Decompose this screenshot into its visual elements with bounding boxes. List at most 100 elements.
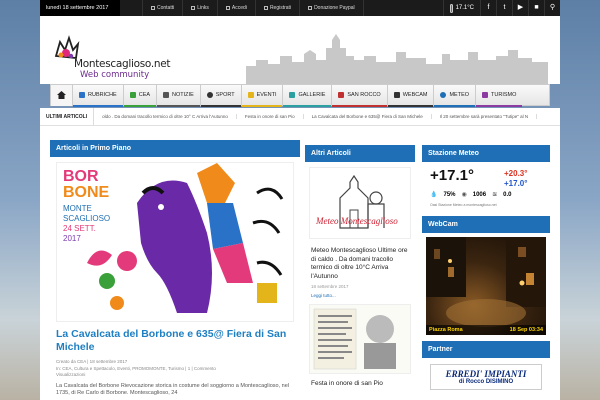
saint-icon <box>338 92 345 98</box>
svg-text:MONTE: MONTE <box>63 204 92 213</box>
svg-text:BONE: BONE <box>63 184 110 201</box>
logo-text: Montescaglioso.net <box>74 58 171 70</box>
partner-sub: di Rocco DISIMINO <box>458 379 514 385</box>
nav-cea[interactable]: CEA <box>123 84 158 107</box>
featured-headline[interactable]: La Cavalcata del Borbone e 635@ Fiera di… <box>56 328 294 354</box>
partner-title: Partner <box>422 341 550 358</box>
paypal-icon <box>308 6 313 10</box>
login-icon <box>225 6 230 10</box>
news-ticker: ULTIMI ARTICOLI oldo . Da domani tracoll… <box>40 108 560 126</box>
featured-excerpt: La Cavalcata del Borbone Rievocazione st… <box>56 382 289 397</box>
svg-text:24 SETT.: 24 SETT. <box>63 224 96 233</box>
humidity-icon: 💧 <box>430 192 438 198</box>
svg-text:BOR: BOR <box>63 168 99 185</box>
thermometer-icon <box>449 3 453 13</box>
meteo-footer: Oasi Stazione Meteo a montescaglioso.net <box>430 203 497 207</box>
nav-rubriche[interactable]: RUBRICHE <box>73 84 124 107</box>
notizie-icon <box>163 92 170 98</box>
church-illustration: Meteo Montescaglioso <box>310 168 410 238</box>
meteo-wind: 0.0 <box>503 191 512 198</box>
soccer-ball-icon <box>206 92 213 98</box>
eventi-icon <box>247 92 254 98</box>
saint-pio-poster <box>310 305 410 373</box>
partner-banner[interactable]: ERREDI' IMPIANTI di Rocco DISIMINO <box>430 364 542 390</box>
webcam-icon <box>393 92 400 98</box>
contact-icon <box>151 6 155 10</box>
site-header: Montescaglioso.net Web community <box>40 16 560 84</box>
link-registrati[interactable]: Registrati <box>256 0 301 16</box>
video-icon[interactable]: ■ <box>528 0 544 16</box>
webcam-place: Piazza Roma <box>429 327 463 333</box>
nav-eventi[interactable]: EVENTI <box>241 84 284 107</box>
turismo-icon <box>482 92 489 98</box>
rubriche-icon <box>79 92 85 98</box>
meteo-min-temp: +17.0° <box>504 179 528 188</box>
partner-name: ERREDI' IMPIANTI <box>445 369 527 379</box>
nav-turismo[interactable]: TURISMO <box>476 85 523 107</box>
wind-icon: ≋ <box>492 192 498 198</box>
other-articles-section: Altri Articoli Meteo Montescaglioso Mete… <box>305 145 415 400</box>
webcam-image[interactable]: Piazza Roma 18 Sep 03:34 <box>426 237 546 335</box>
nav-meteo[interactable]: METEO <box>434 84 477 107</box>
link-contatti[interactable]: Contatti <box>142 0 184 16</box>
home-button[interactable] <box>51 84 73 106</box>
ticker-item[interactable]: Il 20 settembre sarà presentato "Tutipe"… <box>432 114 538 119</box>
nav-sport[interactable]: SPORT <box>200 84 242 107</box>
webcam-title: WebCam <box>422 216 550 233</box>
gallery-icon <box>289 92 296 98</box>
other-articles-title: Altri Articoli <box>305 145 415 162</box>
ticker-item[interactable]: oldo . Da domani tracollo termico di olt… <box>94 114 237 119</box>
article-thumbnail[interactable]: Meteo Montescaglioso <box>309 167 411 239</box>
nav-notizie[interactable]: NOTIZIE <box>157 84 201 107</box>
svg-text:2017: 2017 <box>63 234 81 243</box>
ticker-label: ULTIMI ARTICOLI <box>40 108 95 125</box>
article-title-2[interactable]: Festa in onore di san Pio <box>311 380 409 387</box>
home-icon <box>57 91 66 99</box>
current-date: lunedì 18 settembre 2017 <box>40 0 120 16</box>
ticker-item[interactable]: Festa in onore di san Pio <box>237 114 304 119</box>
weather-icon <box>440 92 447 98</box>
sidebar-right: Stazione Meteo +17.1° +20.3° +17.0° 💧 75… <box>422 145 550 400</box>
meteo-humidity: 75% <box>443 191 456 198</box>
logo-subtitle: Web community <box>80 70 150 80</box>
twitter-icon[interactable]: t <box>496 0 512 16</box>
top-links: Contatti Links Accedi Registrati Donazio… <box>142 0 364 16</box>
youtube-icon[interactable]: ▶ <box>512 0 528 16</box>
featured-title: Articoli in Primo Piano <box>50 140 300 157</box>
social-links: f t ▶ ■ ⚲ <box>480 0 560 16</box>
featured-section: Articoli in Primo Piano BOR BONE MONTE S… <box>50 140 300 400</box>
town-skyline <box>246 34 548 84</box>
webcam-time: 18 Sep 03:34 <box>509 327 543 333</box>
nav-gallerie[interactable]: GALLERIE <box>283 84 333 107</box>
article-date: 18 settembre 2017 <box>311 284 349 289</box>
top-bar: lunedì 18 settembre 2017 Contatti Links … <box>40 0 560 16</box>
svg-text:SCAGLIOSO: SCAGLIOSO <box>63 214 110 223</box>
webcam-night-scene <box>426 237 546 327</box>
meteo-pressure: 1006 <box>472 191 487 198</box>
nav-webcam[interactable]: WEBCAM <box>387 84 435 107</box>
meteo-current-temp: +17.1° <box>430 167 474 184</box>
svg-text:Meteo Montescaglioso: Meteo Montescaglioso <box>315 216 398 226</box>
cea-icon <box>129 92 136 98</box>
nav-san-rocco[interactable]: SAN ROCCO <box>332 84 388 107</box>
pressure-icon: ◉ <box>461 192 467 198</box>
link-accedi[interactable]: Accedi <box>218 0 256 16</box>
facebook-icon[interactable]: f <box>480 0 496 16</box>
article-title[interactable]: Meteo Montescaglioso Ultime ore di caldo… <box>311 247 409 281</box>
meteo-max-temp: +20.3° <box>504 169 528 178</box>
article-thumbnail-2[interactable] <box>309 304 411 374</box>
poster-illustration: BOR BONE MONTE SCAGLIOSO 24 SETT. 2017 <box>57 163 293 321</box>
meteo-widget[interactable]: +17.1° +20.3° +17.0° 💧 75% ◉ 1006 ≋ 0.0 … <box>426 165 546 211</box>
meteo-title: Stazione Meteo <box>422 145 550 162</box>
top-temperature: 17.1°C <box>442 0 480 16</box>
featured-meta: Creato da CEA | 18 settembre 2017 In: CE… <box>56 359 216 377</box>
featured-image[interactable]: BOR BONE MONTE SCAGLIOSO 24 SETT. 2017 <box>56 162 294 322</box>
link-icon <box>191 6 196 10</box>
read-more-link[interactable]: Leggi tutto... <box>311 293 409 298</box>
link-donazione[interactable]: Donazione Paypal <box>300 0 364 16</box>
main-nav: RUBRICHE CEA NOTIZIE SPORT EVENTI GALLER… <box>50 84 550 107</box>
search-icon[interactable]: ⚲ <box>544 0 560 16</box>
register-icon <box>263 6 268 10</box>
ticker-item[interactable]: La Cavalcata del Borbone e 635@ Fiera di… <box>304 114 432 119</box>
link-links[interactable]: Links <box>183 0 218 16</box>
